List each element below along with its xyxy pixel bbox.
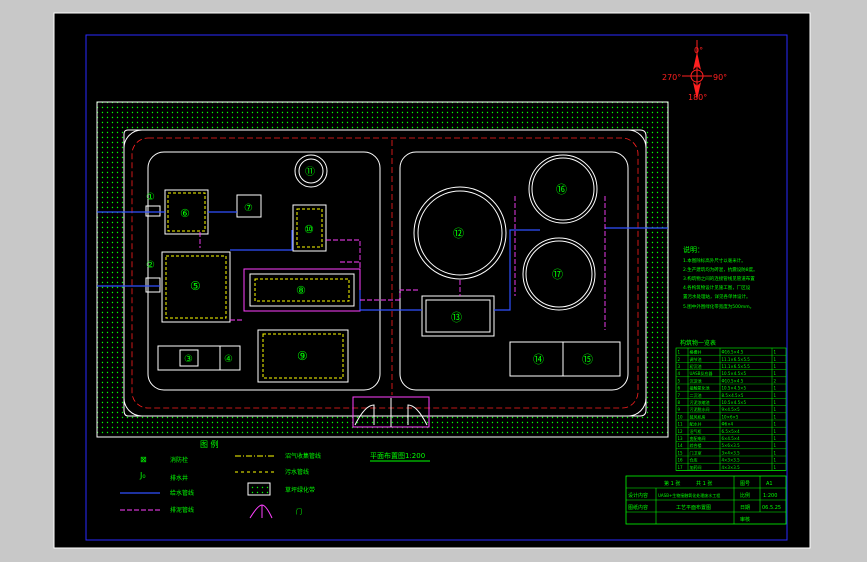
tb-review-label: 审核 [740,516,750,523]
table-cell: Φ10.5×4.5 [722,378,744,383]
svg-text:⑦: ⑦ [244,203,253,214]
svg-text:⑬: ⑬ [451,311,462,324]
note-line-2: 2.生产建筑均为砖混，抗震设防8度。 [683,266,758,273]
svg-text:⑧: ⑧ [296,284,306,297]
table-cell: 17 [678,465,684,470]
table-cell: 4×3×3.5 [722,458,741,463]
table-cell: 6×4.5×4 [722,436,741,441]
table-cell: 格栅井 [690,349,702,355]
note-line-1: 1.本图除标高外尺寸以毫米计。 [683,257,746,264]
plan-title: 平面布置图1:200 [370,451,425,460]
table-cell: 11.1×6.5×5.5 [722,364,751,369]
table-cell: 14 [678,443,684,448]
legend-title: 图 例 [200,439,219,449]
notes-title: 说明： [683,245,704,254]
table-cell: 8.5×4.5×5 [722,393,744,398]
tb-drawing-label: 图纸内容 [628,504,648,511]
note-line-6: 5.图中外围绿化带宽度为500mm。 [683,303,754,310]
svg-text:⑮: ⑮ [582,353,593,366]
tb-fig-value: A1 [766,481,773,487]
table-cell: 11.1×6.5×5.5 [722,357,751,362]
svg-text:⑥: ⑥ [180,207,190,220]
svg-text:⑤: ⑤ [190,279,201,293]
svg-text:⑰: ⑰ [552,268,563,281]
legend-hydrant: 消防栓 [170,456,188,464]
table-cell: 加药间 [690,464,702,470]
legend-lawn: 草坪绿化带 [285,486,315,494]
table-cell: 污泥脱水间 [690,406,710,412]
table-cell: 二沉池 [690,392,702,398]
svg-text:⑯: ⑯ [556,183,567,196]
svg-text:①: ① [146,192,155,203]
svg-text:⑫: ⑫ [453,227,464,240]
note-line-4: 4.各构筑物设计见施工图，厂区设 [683,284,751,291]
note-line-3: 3.构筑物之间的连接管线见管道布置 [683,275,755,282]
compass-n: 0° [694,46,703,55]
svg-text:⑪: ⑪ [305,166,315,178]
table-cell: 6.5×5×4 [722,429,741,434]
compass-w: 270° [662,73,681,82]
table-cell: UASB反应器 [690,370,713,376]
table-cell: 接触氧化池 [690,385,710,391]
legend-biogas: 沼气收集管线 [285,452,321,460]
tb-design-label: 设计内容 [628,492,648,499]
legend-sewage: 污水管线 [285,468,309,476]
table-cell: 3×4×3.5 [722,450,741,455]
table-cell: 初沉池 [690,363,702,369]
table-cell: 变配电间 [690,435,706,441]
cad-drawing-canvas: 0° 90° 180° 270° ⑥ ⑦ ⑩ ⑪ ⑤ ⑧ ⑨ ③ ④ ① ② ⑫… [53,12,811,549]
svg-text:④: ④ [224,354,233,365]
table-cell: Φ16.5×4.5 [722,350,744,355]
table-cell: 配水井 [690,421,702,427]
tb-total: 共 1 张 [696,480,712,487]
table-cell: 10.5×4.5×5 [722,400,747,405]
table-cell: 5×6×3.5 [722,443,741,448]
tb-design-value: UASB+生物接触氧化处理废水工程 [658,492,720,498]
svg-text:⑭: ⑭ [533,353,544,366]
svg-text:③: ③ [184,354,193,365]
table-cell: 10.5×4.5×5 [722,386,747,391]
table-cell: 4×3×3.5 [722,465,741,470]
table-cell: 综合楼 [690,442,702,448]
legend-water: 给水管线 [170,489,194,497]
table-cell: 12 [678,429,684,434]
legend-hydrant-sym: ⊠ [140,455,147,464]
table-cell: 沼气柜 [690,428,702,434]
table-cell: 调节池 [690,356,702,362]
table-cell: 10×6×5 [722,414,739,419]
table-cell: 沉淀池 [690,377,702,383]
compass-e: 90° [713,73,727,82]
tb-scale-label: 比例 [740,492,750,499]
legend-gate: 门 [296,508,302,516]
table-cell: 污泥浓缩池 [690,399,710,405]
table-cell: 门卫室 [690,449,702,455]
table-cell: Φ6×4 [722,422,734,427]
legend-drain: 排水井 [170,474,188,482]
table-cell: 10.5×4.5×5 [722,371,747,376]
table-cell: 9×4.5×5 [722,407,741,412]
table-cell: 13 [678,436,684,441]
svg-text:⑨: ⑨ [297,349,308,363]
tb-date-value: 06.5.25 [762,505,781,511]
table-cell: 16 [678,458,684,463]
table-title: 构筑物一览表 [680,339,716,347]
tb-date-label: 日期 [740,505,750,511]
note-line-5: 置污水处理站，详见各单体设计。 [683,293,751,300]
tb-sheet: 第 1 张 [664,480,680,487]
compass-s: 180° [688,93,707,102]
table-cell: 11 [678,422,684,427]
legend-drain-sym: J₀ [139,471,146,480]
table-cell: 15 [678,450,684,455]
svg-text:②: ② [146,260,155,271]
tb-scale-value: 1:200 [763,493,777,499]
table-cell: 鼓风机房 [690,413,706,419]
table-cell: 仓库 [690,457,698,463]
svg-text:⑩: ⑩ [304,223,314,236]
tb-drawing-value: 工艺平面布置图 [676,504,711,511]
legend-sludge: 排泥管线 [170,506,194,514]
tb-fig-label: 图号 [740,481,750,487]
table-cell: 10 [678,414,684,419]
